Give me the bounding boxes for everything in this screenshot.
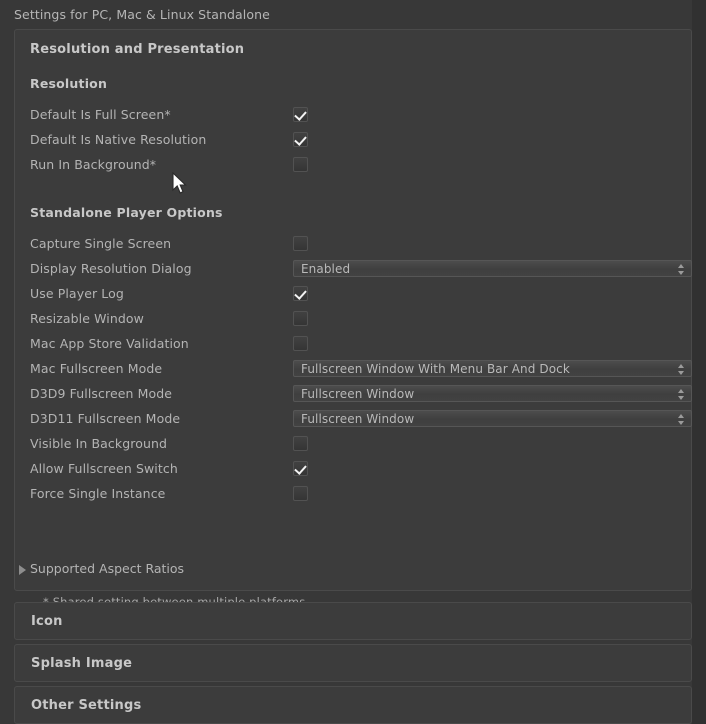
label-use-player-log: Use Player Log — [30, 286, 124, 301]
row-force-single-instance: Force Single Instance — [30, 485, 692, 506]
dropdown-value-display-resolution-dialog: Enabled — [301, 262, 351, 276]
row-visible-in-background: Visible In Background — [30, 435, 692, 456]
checkbox-visible-in-background[interactable] — [293, 436, 308, 451]
checkbox-resizable-window[interactable] — [293, 311, 308, 326]
label-display-resolution-dialog: Display Resolution Dialog — [30, 261, 192, 276]
label-default-is-native-resolution: Default Is Native Resolution — [30, 132, 207, 147]
section-title-icon: Icon — [31, 613, 63, 629]
label-visible-in-background: Visible In Background — [30, 436, 168, 451]
dropdown-value-d3d11-fullscreen-mode: Fullscreen Window — [301, 412, 415, 426]
row-display-resolution-dialog: Display Resolution Dialog Enabled — [30, 260, 692, 281]
row-default-is-native-resolution: Default Is Native Resolution — [30, 131, 692, 152]
section-header-other-settings[interactable]: Other Settings — [14, 686, 692, 724]
checkbox-run-in-background[interactable] — [293, 157, 308, 172]
resolution-and-presentation-box: Resolution and Presentation Resolution S… — [14, 29, 692, 609]
section-title-resolution-and-presentation: Resolution and Presentation — [30, 42, 245, 57]
updown-arrows-icon — [678, 414, 685, 425]
settings-title-bar: Settings for PC, Mac & Linux Standalone — [0, 0, 706, 28]
dropdown-display-resolution-dialog[interactable]: Enabled — [293, 260, 692, 277]
label-d3d9-fullscreen-mode: D3D9 Fullscreen Mode — [30, 386, 173, 401]
section-title-other-settings: Other Settings — [31, 697, 142, 713]
row-mac-fullscreen-mode: Mac Fullscreen Mode Fullscreen Window Wi… — [30, 360, 692, 381]
label-mac-app-store-validation: Mac App Store Validation — [30, 336, 189, 351]
row-d3d11-fullscreen-mode: D3D11 Fullscreen Mode Fullscreen Window — [30, 410, 692, 431]
section-title-splash-image: Splash Image — [31, 655, 133, 671]
dropdown-d3d11-fullscreen-mode[interactable]: Fullscreen Window — [293, 410, 692, 427]
checkbox-use-player-log[interactable] — [293, 286, 308, 301]
checkbox-mac-app-store-validation[interactable] — [293, 336, 308, 351]
label-capture-single-screen: Capture Single Screen — [30, 236, 172, 251]
dropdown-mac-fullscreen-mode[interactable]: Fullscreen Window With Menu Bar And Dock — [293, 360, 692, 377]
label-default-is-full-screen: Default Is Full Screen* — [30, 107, 171, 122]
dropdown-value-mac-fullscreen-mode: Fullscreen Window With Menu Bar And Dock — [301, 362, 570, 376]
row-use-player-log: Use Player Log — [30, 285, 692, 306]
label-d3d11-fullscreen-mode: D3D11 Fullscreen Mode — [30, 411, 181, 426]
row-capture-single-screen: Capture Single Screen — [30, 235, 692, 256]
label-mac-fullscreen-mode: Mac Fullscreen Mode — [30, 361, 163, 376]
label-resizable-window: Resizable Window — [30, 311, 144, 326]
group-heading-standalone-player-options: Standalone Player Options — [30, 205, 223, 220]
section-header-icon[interactable]: Icon — [14, 602, 692, 640]
page-title: Settings for PC, Mac & Linux Standalone — [14, 6, 270, 22]
row-mac-app-store-validation: Mac App Store Validation — [30, 335, 692, 356]
checkbox-default-is-native-resolution[interactable] — [293, 132, 308, 147]
updown-arrows-icon — [678, 264, 685, 275]
panel-right-gutter — [692, 0, 706, 724]
row-d3d9-fullscreen-mode: D3D9 Fullscreen Mode Fullscreen Window — [30, 385, 692, 406]
updown-arrows-icon — [678, 364, 685, 375]
triangle-right-icon — [19, 565, 26, 575]
foldout-supported-aspect-ratios[interactable]: Supported Aspect Ratios — [15, 560, 315, 581]
section-header-splash-image[interactable]: Splash Image — [14, 644, 692, 682]
row-run-in-background: Run In Background* — [30, 156, 692, 177]
updown-arrows-icon — [678, 389, 685, 400]
row-resizable-window: Resizable Window — [30, 310, 692, 331]
checkbox-allow-fullscreen-switch[interactable] — [293, 461, 308, 476]
row-allow-fullscreen-switch: Allow Fullscreen Switch — [30, 460, 692, 481]
player-settings-panel: Settings for PC, Mac & Linux Standalone … — [0, 0, 706, 724]
label-allow-fullscreen-switch: Allow Fullscreen Switch — [30, 461, 178, 476]
dropdown-d3d9-fullscreen-mode[interactable]: Fullscreen Window — [293, 385, 692, 402]
checkbox-default-is-full-screen[interactable] — [293, 107, 308, 122]
foldout-label-supported-aspect-ratios: Supported Aspect Ratios — [30, 561, 185, 576]
dropdown-value-d3d9-fullscreen-mode: Fullscreen Window — [301, 387, 415, 401]
checkbox-capture-single-screen[interactable] — [293, 236, 308, 251]
label-force-single-instance: Force Single Instance — [30, 486, 166, 501]
group-heading-resolution: Resolution — [30, 76, 108, 91]
row-default-is-full-screen: Default Is Full Screen* — [30, 106, 692, 127]
label-run-in-background: Run In Background* — [30, 157, 157, 172]
checkbox-force-single-instance[interactable] — [293, 486, 308, 501]
